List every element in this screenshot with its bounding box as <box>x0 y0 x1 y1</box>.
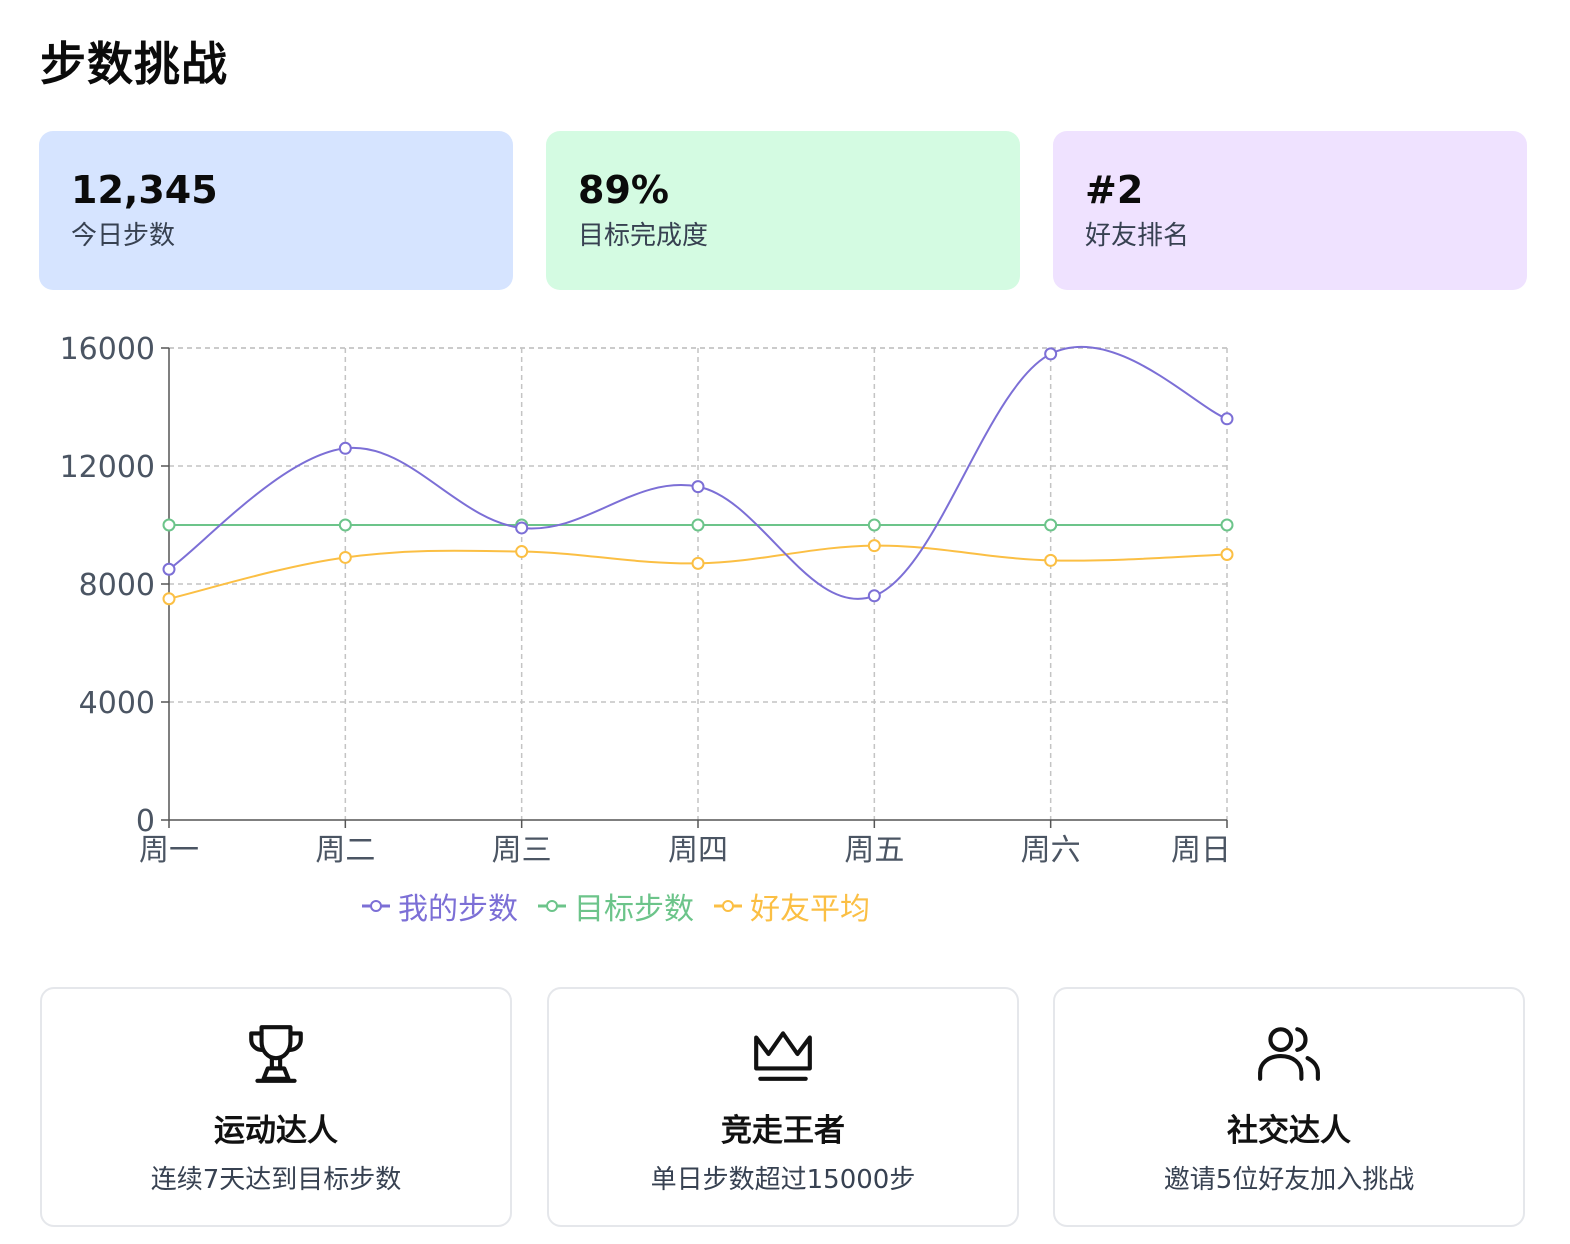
x-tick-label: 周二 <box>315 833 375 868</box>
legend-line-icon <box>538 900 566 912</box>
badge-title: 社交达人 <box>1227 1113 1351 1149</box>
legend-line-icon <box>362 900 390 912</box>
badge-card-social-master[interactable]: 社交达人 邀请5位好友加入挑战 <box>1053 987 1525 1227</box>
badge-card-sports-master[interactable]: 运动达人 连续7天达到目标步数 <box>40 987 512 1227</box>
data-point <box>867 589 881 603</box>
series-line <box>168 544 1228 600</box>
x-tick-label: 周一 <box>139 833 199 868</box>
data-point <box>1044 553 1058 567</box>
stat-value: #2 <box>1085 168 1144 212</box>
chart-axes: 0400080001200016000周一 周二 周三 周四 周五 周六 周日 <box>60 332 1231 868</box>
users-icon <box>1258 1027 1320 1081</box>
y-tick-label: 4000 <box>79 686 155 721</box>
legend-line-icon <box>714 900 742 912</box>
legend-item-goal-steps[interactable]: 目标步数 <box>536 884 694 928</box>
badge-card-walk-king[interactable]: 竞走王者 单日步数超过15000步 <box>547 987 1019 1227</box>
legend-label: 好友平均 <box>750 892 870 927</box>
stat-card-friend-rank: #2 好友排名 <box>1053 131 1527 290</box>
data-point <box>1220 518 1234 532</box>
data-point <box>867 518 881 532</box>
data-point <box>515 545 529 559</box>
legend-item-friend-avg[interactable]: 好友平均 <box>712 884 870 928</box>
legend-label: 我的步数 <box>398 892 518 927</box>
stat-value: 12,345 <box>71 168 218 212</box>
stat-value: 89% <box>578 168 669 212</box>
data-point <box>867 539 881 553</box>
y-tick-label: 8000 <box>79 568 155 603</box>
data-point <box>338 518 352 532</box>
stat-card-today-steps: 12,345 今日步数 <box>39 131 513 290</box>
stat-label: 好友排名 <box>1085 221 1190 251</box>
data-point <box>162 518 176 532</box>
legend-label: 目标步数 <box>574 892 694 927</box>
stat-card-goal-completion: 89% 目标完成度 <box>546 131 1020 290</box>
steps-line-chart: 0400080001200016000周一 周二 周三 周四 周五 周六 周日 <box>60 332 1234 868</box>
data-point <box>691 556 705 570</box>
legend-item-my-steps[interactable]: 我的步数 <box>360 884 518 928</box>
x-tick-label: 周三 <box>492 833 552 868</box>
data-point <box>1044 347 1058 361</box>
y-tick-label: 16000 <box>60 332 155 367</box>
data-point <box>162 562 176 576</box>
data-point <box>338 550 352 564</box>
data-point <box>691 480 705 494</box>
crown-icon <box>754 1031 812 1081</box>
y-tick-label: 12000 <box>60 450 155 485</box>
chart-legend: 我的步数 目标步数 好友平均 <box>360 884 870 928</box>
badge-description: 单日步数超过15000步 <box>650 1165 916 1195</box>
data-point <box>1220 548 1234 561</box>
data-point <box>691 518 705 532</box>
data-point <box>1044 518 1058 532</box>
trophy-icon <box>249 1025 303 1083</box>
data-point <box>338 441 352 455</box>
badge-description: 连续7天达到目标步数 <box>150 1165 402 1195</box>
x-tick-label: 周六 <box>1021 833 1081 868</box>
stat-label: 今日步数 <box>71 221 176 251</box>
chart-grid <box>169 347 1228 820</box>
badge-title: 竞走王者 <box>721 1113 845 1149</box>
x-tick-label: 周日 <box>1171 833 1231 868</box>
badge-description: 邀请5位好友加入挑战 <box>1163 1165 1415 1195</box>
data-point <box>1220 412 1234 426</box>
data-point <box>515 521 529 535</box>
x-tick-label: 周四 <box>668 833 728 868</box>
page-title: 步数挑战 <box>40 37 228 91</box>
x-tick-label: 周五 <box>844 833 904 868</box>
badge-title: 运动达人 <box>214 1113 338 1149</box>
data-point <box>162 592 176 606</box>
stat-label: 目标完成度 <box>578 221 709 251</box>
